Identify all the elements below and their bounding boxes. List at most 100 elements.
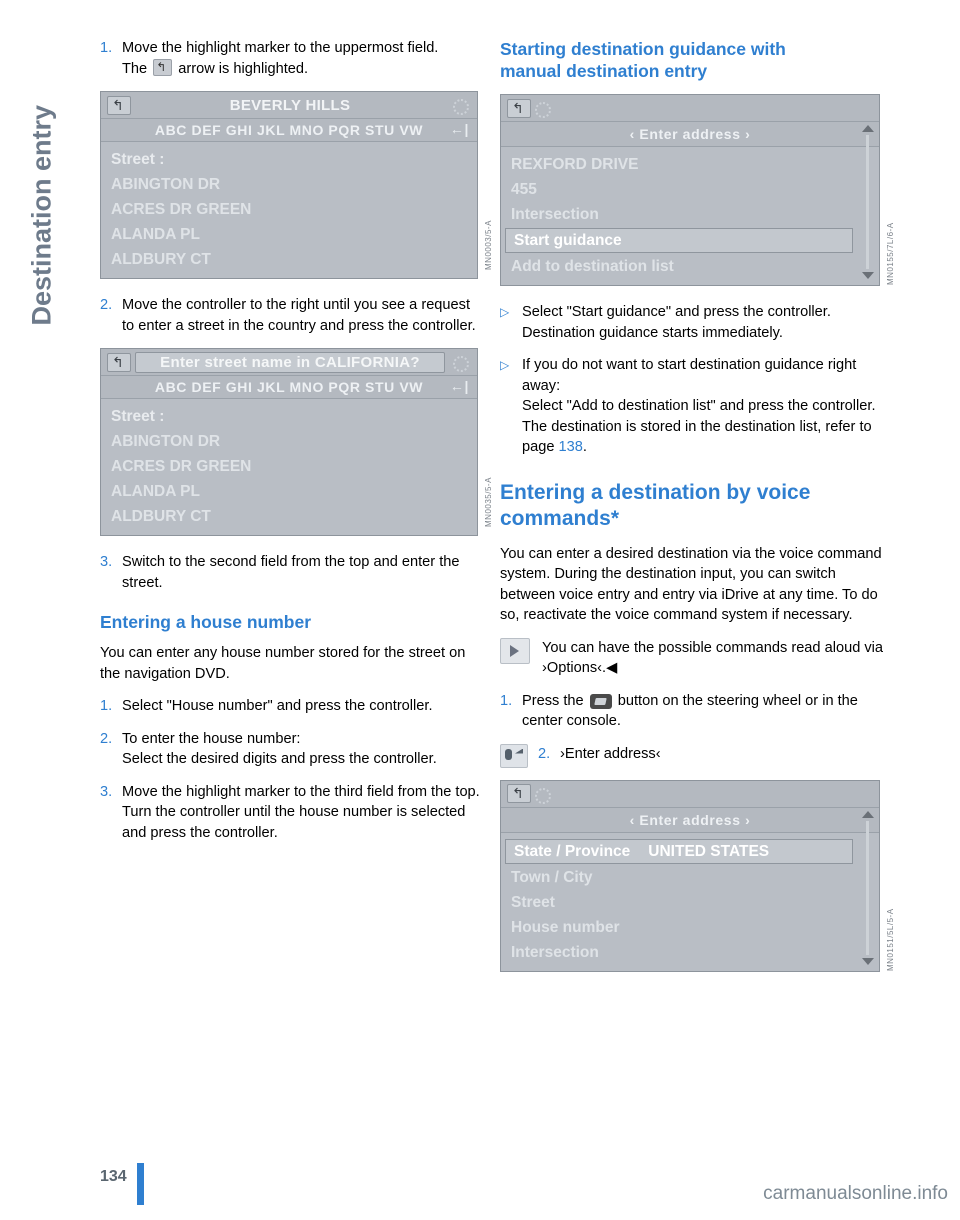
page-reference: 138	[558, 439, 583, 455]
list-item: 1. Select "House number" and press the c…	[100, 696, 480, 717]
screen-knob-icon	[531, 99, 553, 118]
screen-list-item[interactable]: ABINGTON DR	[101, 172, 477, 197]
list-text: Move the highlight marker to the uppermo…	[122, 38, 480, 79]
list-marker: 1.	[100, 698, 113, 714]
list-item: 3. Switch to the second field from the t…	[100, 552, 480, 593]
watermark: carmanualsonline.info	[763, 1183, 948, 1204]
bullet2-text-part2: .	[582, 439, 587, 455]
screen-list-item[interactable]: ACRES DR GREEN	[101, 197, 477, 222]
house-number-intro: You can enter any house number stored fo…	[100, 645, 466, 682]
screen-knob-icon	[531, 785, 553, 804]
right-column: Starting destination guidance with manua…	[500, 38, 895, 986]
screen-title: BEVERLY HILLS	[229, 96, 351, 114]
state-province-value: UNITED STATES	[648, 842, 770, 860]
screen-list-item[interactable]: ALDBURY CT	[101, 504, 477, 529]
step1-line2-prefix: The	[122, 60, 152, 77]
screen-list-item[interactable]: Street	[501, 890, 857, 915]
alphabet-text: ABC DEF GHI JKL MNO PQR STU VW	[154, 379, 424, 395]
screen-subtitle: ‹ Enter address ›	[629, 126, 751, 142]
microphone-icon	[500, 743, 528, 768]
list-marker: 1.	[100, 40, 113, 56]
list-text: Switch to the second field from the top …	[122, 554, 460, 591]
screen-list-item[interactable]: ALANDA PL	[101, 479, 477, 504]
screen-knob-icon	[449, 96, 471, 115]
list-item: 2. To enter the house number: Select the…	[100, 729, 480, 770]
figure-code: MN0155/7L/6-A	[886, 222, 895, 285]
screen-list-item[interactable]: Intersection	[501, 940, 857, 965]
figure-code: MN0003/5-A	[484, 220, 493, 270]
screen-back-icon[interactable]	[107, 95, 131, 115]
screen-alphabet-row[interactable]: ABC DEF GHI JKL MNO PQR STU VW ←|	[101, 119, 477, 142]
list-text: Select "Start guidance" and press the co…	[522, 304, 831, 341]
section-heading-start-guidance: Starting destination guidance with manua…	[500, 39, 786, 81]
screen-list-item[interactable]: 455	[501, 177, 857, 202]
voice-step1-prefix: Press the	[522, 692, 588, 709]
scroll-down-icon[interactable]	[862, 272, 874, 279]
step1-line1: Move the highlight marker to the uppermo…	[122, 40, 439, 56]
screen-list-item[interactable]: ALANDA PL	[101, 222, 477, 247]
screen-subtitle: ‹ Enter address ›	[629, 811, 751, 828]
list-item: 3. Move the highlight marker to the thir…	[100, 782, 480, 844]
speaker-play-icon	[500, 637, 530, 664]
voice-intro-paragraph: You can enter a desired destination via …	[500, 545, 882, 624]
list-marker: 1.	[500, 692, 513, 709]
nav-screen-enter-address: ‹ Enter address › State / Province UNITE…	[500, 779, 895, 972]
list-item: ▷ If you do not want to start destinatio…	[500, 355, 890, 458]
screen-back-icon[interactable]	[507, 784, 531, 803]
screen-subtitle-row: ‹ Enter address ›	[501, 122, 879, 147]
screen-back-icon[interactable]	[107, 352, 131, 372]
list-marker: 2.	[100, 730, 113, 747]
screen-row-state-province[interactable]: State / Province UNITED STATES	[505, 838, 853, 864]
scroll-down-icon[interactable]	[862, 957, 874, 965]
list-text: If you do not want to start destination …	[522, 355, 890, 458]
state-province-label: State / Province	[514, 842, 631, 860]
step1-line2-suffix: arrow is highlighted.	[174, 60, 309, 77]
list-text: Move the highlight marker to the third f…	[122, 783, 480, 841]
screen-scrollbar[interactable]	[861, 125, 875, 279]
screen-list-item[interactable]: REXFORD DRIVE	[501, 152, 857, 177]
screen-list-item[interactable]: ACRES DR GREEN	[101, 454, 477, 479]
options-note-row: You can have the possible commands read …	[500, 637, 890, 679]
screen-list-item[interactable]: House number	[501, 915, 857, 940]
screen-alphabet-row[interactable]: ABC DEF GHI JKL MNO PQR STU VW ←|	[101, 376, 477, 399]
options-note-text: You can have the possible commands read …	[542, 639, 884, 677]
screen-list: State / Province UNITED STATES Town / Ci…	[501, 832, 879, 971]
page-number: 134	[100, 1168, 127, 1185]
alphabet-text: ABC DEF GHI JKL MNO PQR STU VW	[154, 122, 424, 138]
list-marker: ▷	[500, 358, 510, 372]
list-text: Select "House number" and press the cont…	[122, 698, 433, 714]
screen-subtitle-row: ‹ Enter address ›	[501, 807, 879, 833]
backspace-icon[interactable]: ←|	[450, 378, 469, 394]
list-item: 1. Press the button on the steering whee…	[500, 691, 890, 732]
screen-titlebar	[501, 780, 879, 808]
left-column: 1. Move the highlight marker to the uppe…	[100, 38, 493, 855]
list-marker: ▷	[500, 305, 510, 319]
screen-list-item[interactable]: Add to destination list	[501, 254, 857, 279]
nav-screen-start-guidance: ‹ Enter address › REXFORD DRIVE 455 Inte…	[500, 94, 895, 286]
scroll-up-icon[interactable]	[862, 125, 874, 132]
voice-button-icon	[589, 693, 612, 709]
list-text: To enter the house number: Select the de…	[122, 730, 437, 768]
list-marker: 3.	[100, 783, 113, 800]
screen-list-item[interactable]: ALDBURY CT	[101, 247, 477, 272]
scroll-track	[866, 135, 869, 269]
list-text: Press the button on the steering wheel o…	[522, 691, 890, 732]
screen-list-item[interactable]: Intersection	[501, 202, 857, 227]
screen-list-item-selected[interactable]: Start guidance	[505, 228, 853, 253]
backspace-icon[interactable]: ←|	[450, 121, 469, 137]
scroll-up-icon[interactable]	[862, 810, 874, 818]
screen-title: Enter street name in CALIFORNIA?	[135, 351, 445, 373]
figure-code: MN0035/5-A	[484, 477, 493, 527]
page: Destination entry 1. Move the highlight …	[0, 0, 960, 1220]
screen-knob-icon	[449, 353, 471, 372]
screen-scrollbar[interactable]	[861, 810, 875, 965]
nav-screen-enter-street: Enter street name in CALIFORNIA? ABC DEF…	[100, 348, 493, 536]
section-heading-house-number: Entering a house number	[100, 612, 311, 632]
screen-titlebar: BEVERLY HILLS	[101, 92, 477, 119]
section-heading-voice-commands: Entering a destination by voice commands…	[500, 480, 811, 530]
screen-list: Street : ABINGTON DR ACRES DR GREEN ALAN…	[101, 142, 477, 278]
screen-back-icon[interactable]	[507, 98, 531, 118]
screen-list-item[interactable]: Town / City	[501, 865, 857, 890]
screen-list-item[interactable]: ABINGTON DR	[101, 429, 477, 454]
figure-code: MN0151/5L/5-A	[886, 907, 895, 971]
